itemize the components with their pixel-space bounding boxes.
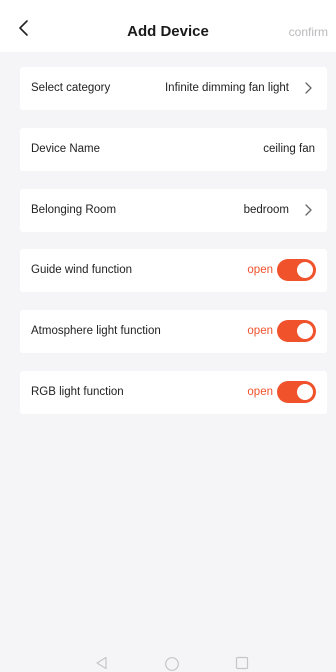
atmosphere-light-row: Atmosphere light function open [20,310,327,353]
toggle-knob [297,262,313,278]
select-category-row[interactable]: Select category Infinite dimming fan lig… [20,67,327,110]
nav-back-triangle-icon[interactable] [95,656,109,670]
atmosphere-light-label: Atmosphere light function [31,325,161,337]
confirm-button[interactable]: confirm [289,25,328,39]
chevron-right-icon [303,203,313,217]
page-title: Add Device [127,23,209,40]
device-name-row[interactable]: Device Name ceiling fan [20,128,327,171]
rgb-light-toggle[interactable] [277,381,316,403]
belonging-room-row[interactable]: Belonging Room bedroom [20,189,327,232]
atmosphere-light-toggle[interactable] [277,320,316,342]
rgb-light-label: RGB light function [31,386,124,398]
toggle-knob [297,323,313,339]
select-category-label: Select category [31,82,111,94]
guide-wind-row: Guide wind function open [20,249,327,292]
nav-recents-square-icon[interactable] [235,656,249,670]
header-bar: Add Device confirm [0,0,336,52]
rgb-light-row: RGB light function open [20,371,327,414]
rgb-light-state: open [247,386,273,398]
chevron-right-icon [303,81,313,95]
guide-wind-label: Guide wind function [31,264,133,276]
select-category-value: Infinite dimming fan light [164,82,289,94]
device-name-label: Device Name [31,143,101,155]
toggle-knob [297,384,313,400]
belonging-room-value: bedroom [243,204,289,216]
device-name-value: ceiling fan [263,143,315,155]
guide-wind-state: open [247,264,273,276]
nav-home-circle-icon[interactable] [164,656,180,672]
belonging-room-label: Belonging Room [31,204,117,216]
atmosphere-light-state: open [247,325,273,337]
system-navigation-bar [0,648,336,672]
guide-wind-toggle[interactable] [277,259,316,281]
